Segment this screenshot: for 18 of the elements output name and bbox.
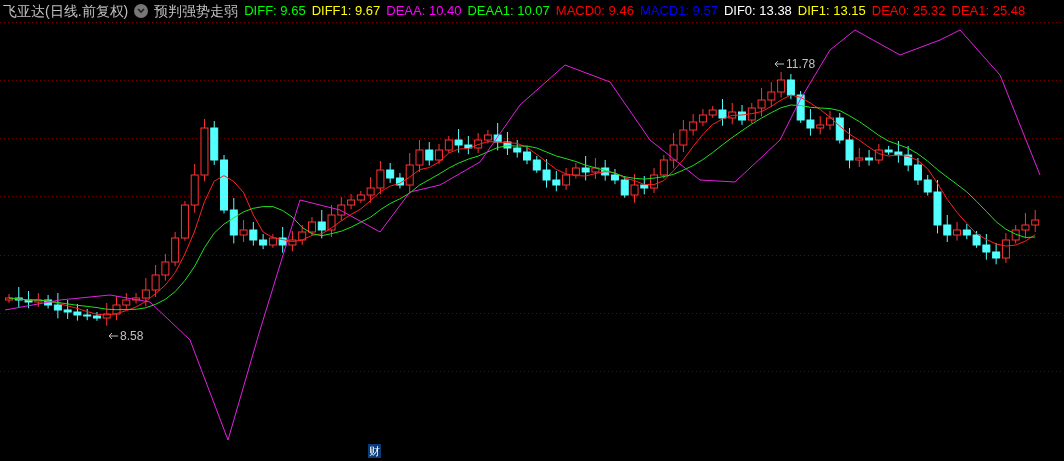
indicator-value: DIFF: 9.65	[244, 2, 306, 21]
price-label: 8.58	[120, 328, 144, 345]
finance-badge[interactable]: 财	[368, 444, 381, 458]
indicator-value: DEAA1: 10.07	[467, 2, 550, 21]
indicator-value: DIF0: 13.38	[723, 2, 792, 21]
indicator-value: MACD0: 9.46	[555, 2, 634, 21]
stock-title: 飞亚达(日线.前复权)	[3, 1, 129, 21]
indicator-name: 预判强势走弱	[154, 1, 239, 21]
arrow-icon	[108, 332, 118, 340]
indicator-value: DIFF1: 9.67	[311, 2, 381, 21]
indicator-value: MACD1: 9.57	[639, 2, 718, 21]
price-label: 11.78	[786, 56, 816, 73]
dropdown-icon[interactable]	[134, 4, 149, 18]
indicator-value: DEAA: 10.40	[386, 2, 462, 21]
indicator-value: DEA0: 25.32	[871, 2, 946, 21]
indicator-value: DEA1: 25.48	[951, 2, 1026, 21]
arrow-icon	[774, 60, 784, 68]
indicator-value: DIF1: 13.15	[797, 2, 866, 21]
